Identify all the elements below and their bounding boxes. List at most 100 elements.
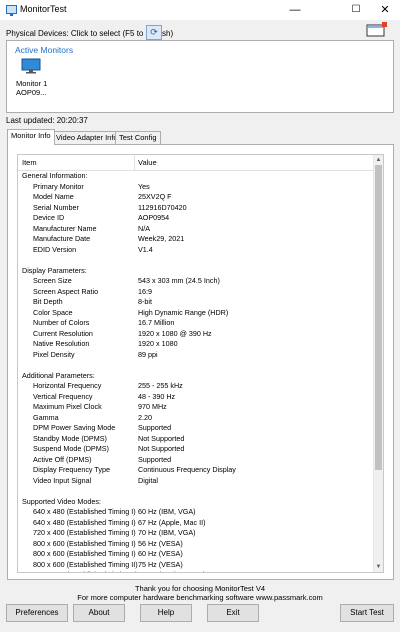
- table-row[interactable]: Active Off (DPMS) Supported: [18, 455, 373, 466]
- row-item: 800 x 600 (Established Timing II): [33, 559, 138, 569]
- close-button[interactable]: ✕: [370, 0, 400, 20]
- row-value: 16.7 Million: [138, 318, 175, 327]
- row-item: Native Resolution: [33, 339, 90, 348]
- column-header-value[interactable]: Value: [138, 158, 157, 167]
- row-item: Bit Depth: [33, 297, 63, 306]
- column-header-item[interactable]: Item: [22, 158, 37, 167]
- row-value: Yes: [138, 181, 150, 191]
- scroll-down-arrow-icon[interactable]: ▼: [375, 563, 382, 571]
- info-table: Item Value General Information: Primary M…: [17, 154, 384, 573]
- row-value: 56 Hz (VESA): [138, 538, 183, 548]
- table-row[interactable]: Vertical Frequency 48 - 390 Hz: [18, 392, 373, 403]
- tab-test-config[interactable]: Test Config: [115, 131, 161, 144]
- row-value: 112916D70420: [138, 202, 187, 212]
- row-item: Display Frequency Type: [33, 465, 110, 474]
- table-row[interactable]: 800 x 600 (Established Timing II) 75 Hz (…: [18, 560, 373, 571]
- table-row[interactable]: Pixel Density 89 ppi: [18, 350, 373, 361]
- table-row[interactable]: 720 x 400 (Established Timing I) 70 Hz (I…: [18, 528, 373, 539]
- row-item: Serial Number: [33, 202, 79, 212]
- table-row[interactable]: Number of Colors 16.7 Million: [18, 318, 373, 329]
- table-row[interactable]: Suspend Mode (DPMS) Not Supported: [18, 444, 373, 455]
- table-row[interactable]: 640 x 480 (Established Timing I) 67 Hz (A…: [18, 518, 373, 529]
- table-row[interactable]: 800 x 600 (Established Timing I) 56 Hz (V…: [18, 539, 373, 550]
- table-row[interactable]: Current Resolution 1920 x 1080 @ 390 Hz: [18, 329, 373, 340]
- row-value: 970 MHz: [138, 402, 167, 411]
- row-value: High Dynamic Range (HDR): [138, 307, 229, 317]
- preferences-button[interactable]: Preferences: [6, 604, 68, 622]
- row-item: 800 x 600 (Established Timing I): [33, 549, 136, 558]
- monitor-id: AOP09...: [16, 88, 47, 97]
- table-section-row[interactable]: General Information:: [18, 171, 373, 182]
- row-item: Standby Mode (DPMS): [33, 433, 107, 443]
- maximize-button[interactable]: ☐: [341, 0, 371, 20]
- table-row[interactable]: DPM Power Saving Mode Supported: [18, 423, 373, 434]
- vertical-scrollbar[interactable]: ▲ ▼: [373, 155, 383, 572]
- start-test-button[interactable]: Start Test: [340, 604, 394, 622]
- about-button[interactable]: About: [73, 604, 125, 622]
- row-item: Suspend Mode (DPMS): [33, 444, 109, 453]
- title-bar: MonitorTest — ☐ ✕: [0, 0, 400, 20]
- table-row[interactable]: Device ID AOP0954: [18, 213, 373, 224]
- table-row[interactable]: Model Name 25XV2Q F: [18, 192, 373, 203]
- scroll-thumb[interactable]: [375, 165, 382, 470]
- footer-thanks: Thank you for choosing MonitorTest V4: [134, 584, 266, 593]
- table-row[interactable]: Gamma 2.20: [18, 413, 373, 424]
- scroll-up-arrow-icon[interactable]: ▲: [375, 156, 382, 164]
- table-section-row[interactable]: Display Parameters:: [18, 266, 373, 277]
- row-value: 25XV2Q F: [138, 192, 172, 201]
- table-section-row[interactable]: Additional Parameters:: [18, 371, 373, 382]
- table-row[interactable]: Color Space High Dynamic Range (HDR): [18, 308, 373, 319]
- table-row[interactable]: Serial Number 112916D70420: [18, 203, 373, 214]
- table-row[interactable]: [18, 360, 373, 371]
- row-value: N/A: [138, 223, 150, 233]
- row-value: 8-bit: [138, 297, 152, 306]
- help-button[interactable]: Help: [140, 604, 192, 622]
- tab-monitor-info[interactable]: Monitor Info: [7, 129, 55, 145]
- row-item: 800 x 600 (Established Timing I): [33, 538, 136, 548]
- row-item: Vertical Frequency: [33, 391, 93, 401]
- active-monitors-title: Active Monitors: [15, 45, 74, 55]
- row-item: 832 x 624 (Established Timing II): [33, 570, 138, 572]
- row-item: 640 x 480 (Established Timing I): [33, 517, 136, 527]
- active-monitors-panel: Active Monitors Monitor 1 AOP09...: [6, 40, 394, 113]
- table-row[interactable]: Manufacture Date Week29, 2021: [18, 234, 373, 245]
- minimize-button[interactable]: —: [280, 0, 310, 20]
- table-row[interactable]: Screen Aspect Ratio 16:9: [18, 287, 373, 298]
- table-row[interactable]: Display Frequency Type Continuous Frequen…: [18, 465, 373, 476]
- row-item: Number of Colors: [33, 318, 90, 327]
- row-item: 640 x 480 (Established Timing I): [33, 507, 136, 516]
- column-divider[interactable]: [134, 155, 135, 170]
- table-row[interactable]: EDID Version V1.4: [18, 245, 373, 256]
- table-row[interactable]: Screen Size 543 x 303 mm (24.5 Inch): [18, 276, 373, 287]
- row-value: 48 - 390 Hz: [138, 391, 176, 401]
- row-value: AOP0954: [138, 213, 170, 222]
- table-row[interactable]: Maximum Pixel Clock 970 MHz: [18, 402, 373, 413]
- tab-video-adapter-info[interactable]: Video Adapter Info: [52, 131, 122, 144]
- row-value: 70 Hz (IBM, VGA): [138, 528, 196, 537]
- row-item: 720 x 400 (Established Timing I): [33, 528, 136, 537]
- table-row[interactable]: Horizontal Frequency 255 - 255 kHz: [18, 381, 373, 392]
- table-row[interactable]: Native Resolution 1920 x 1080: [18, 339, 373, 350]
- row-value: Continuous Frequency Display: [138, 465, 236, 474]
- row-value: 1920 x 1080 @ 390 Hz: [138, 328, 212, 338]
- row-item: General Information:: [22, 171, 88, 180]
- table-row[interactable]: [18, 486, 373, 497]
- table-row[interactable]: [18, 255, 373, 266]
- exit-button[interactable]: Exit: [207, 604, 259, 622]
- footer-text: Thank you for choosing MonitorTest V4 Fo…: [0, 584, 400, 602]
- table-row[interactable]: Primary Monitor Yes: [18, 182, 373, 193]
- row-value: Supported: [138, 454, 172, 464]
- table-row[interactable]: 832 x 624 (Established Timing II)75 Hz (…: [18, 570, 373, 572]
- refresh-button[interactable]: ⟳: [146, 25, 162, 40]
- table-row[interactable]: Video Input Signal Digital: [18, 476, 373, 487]
- app-monitor-icon: [6, 5, 17, 16]
- table-section-row[interactable]: Supported Video Modes:: [18, 497, 373, 508]
- monitor-setup-icon[interactable]: [366, 22, 388, 38]
- table-row[interactable]: Bit Depth 8-bit: [18, 297, 373, 308]
- table-row[interactable]: Manufacturer Name N/A: [18, 224, 373, 235]
- refresh-icon: ⟳: [150, 27, 158, 37]
- row-value: Digital: [138, 475, 158, 485]
- table-row[interactable]: 800 x 600 (Established Timing I) 60 Hz (V…: [18, 549, 373, 560]
- table-row[interactable]: 640 x 480 (Established Timing I) 60 Hz (I…: [18, 507, 373, 518]
- table-row[interactable]: Standby Mode (DPMS) Not Supported: [18, 434, 373, 445]
